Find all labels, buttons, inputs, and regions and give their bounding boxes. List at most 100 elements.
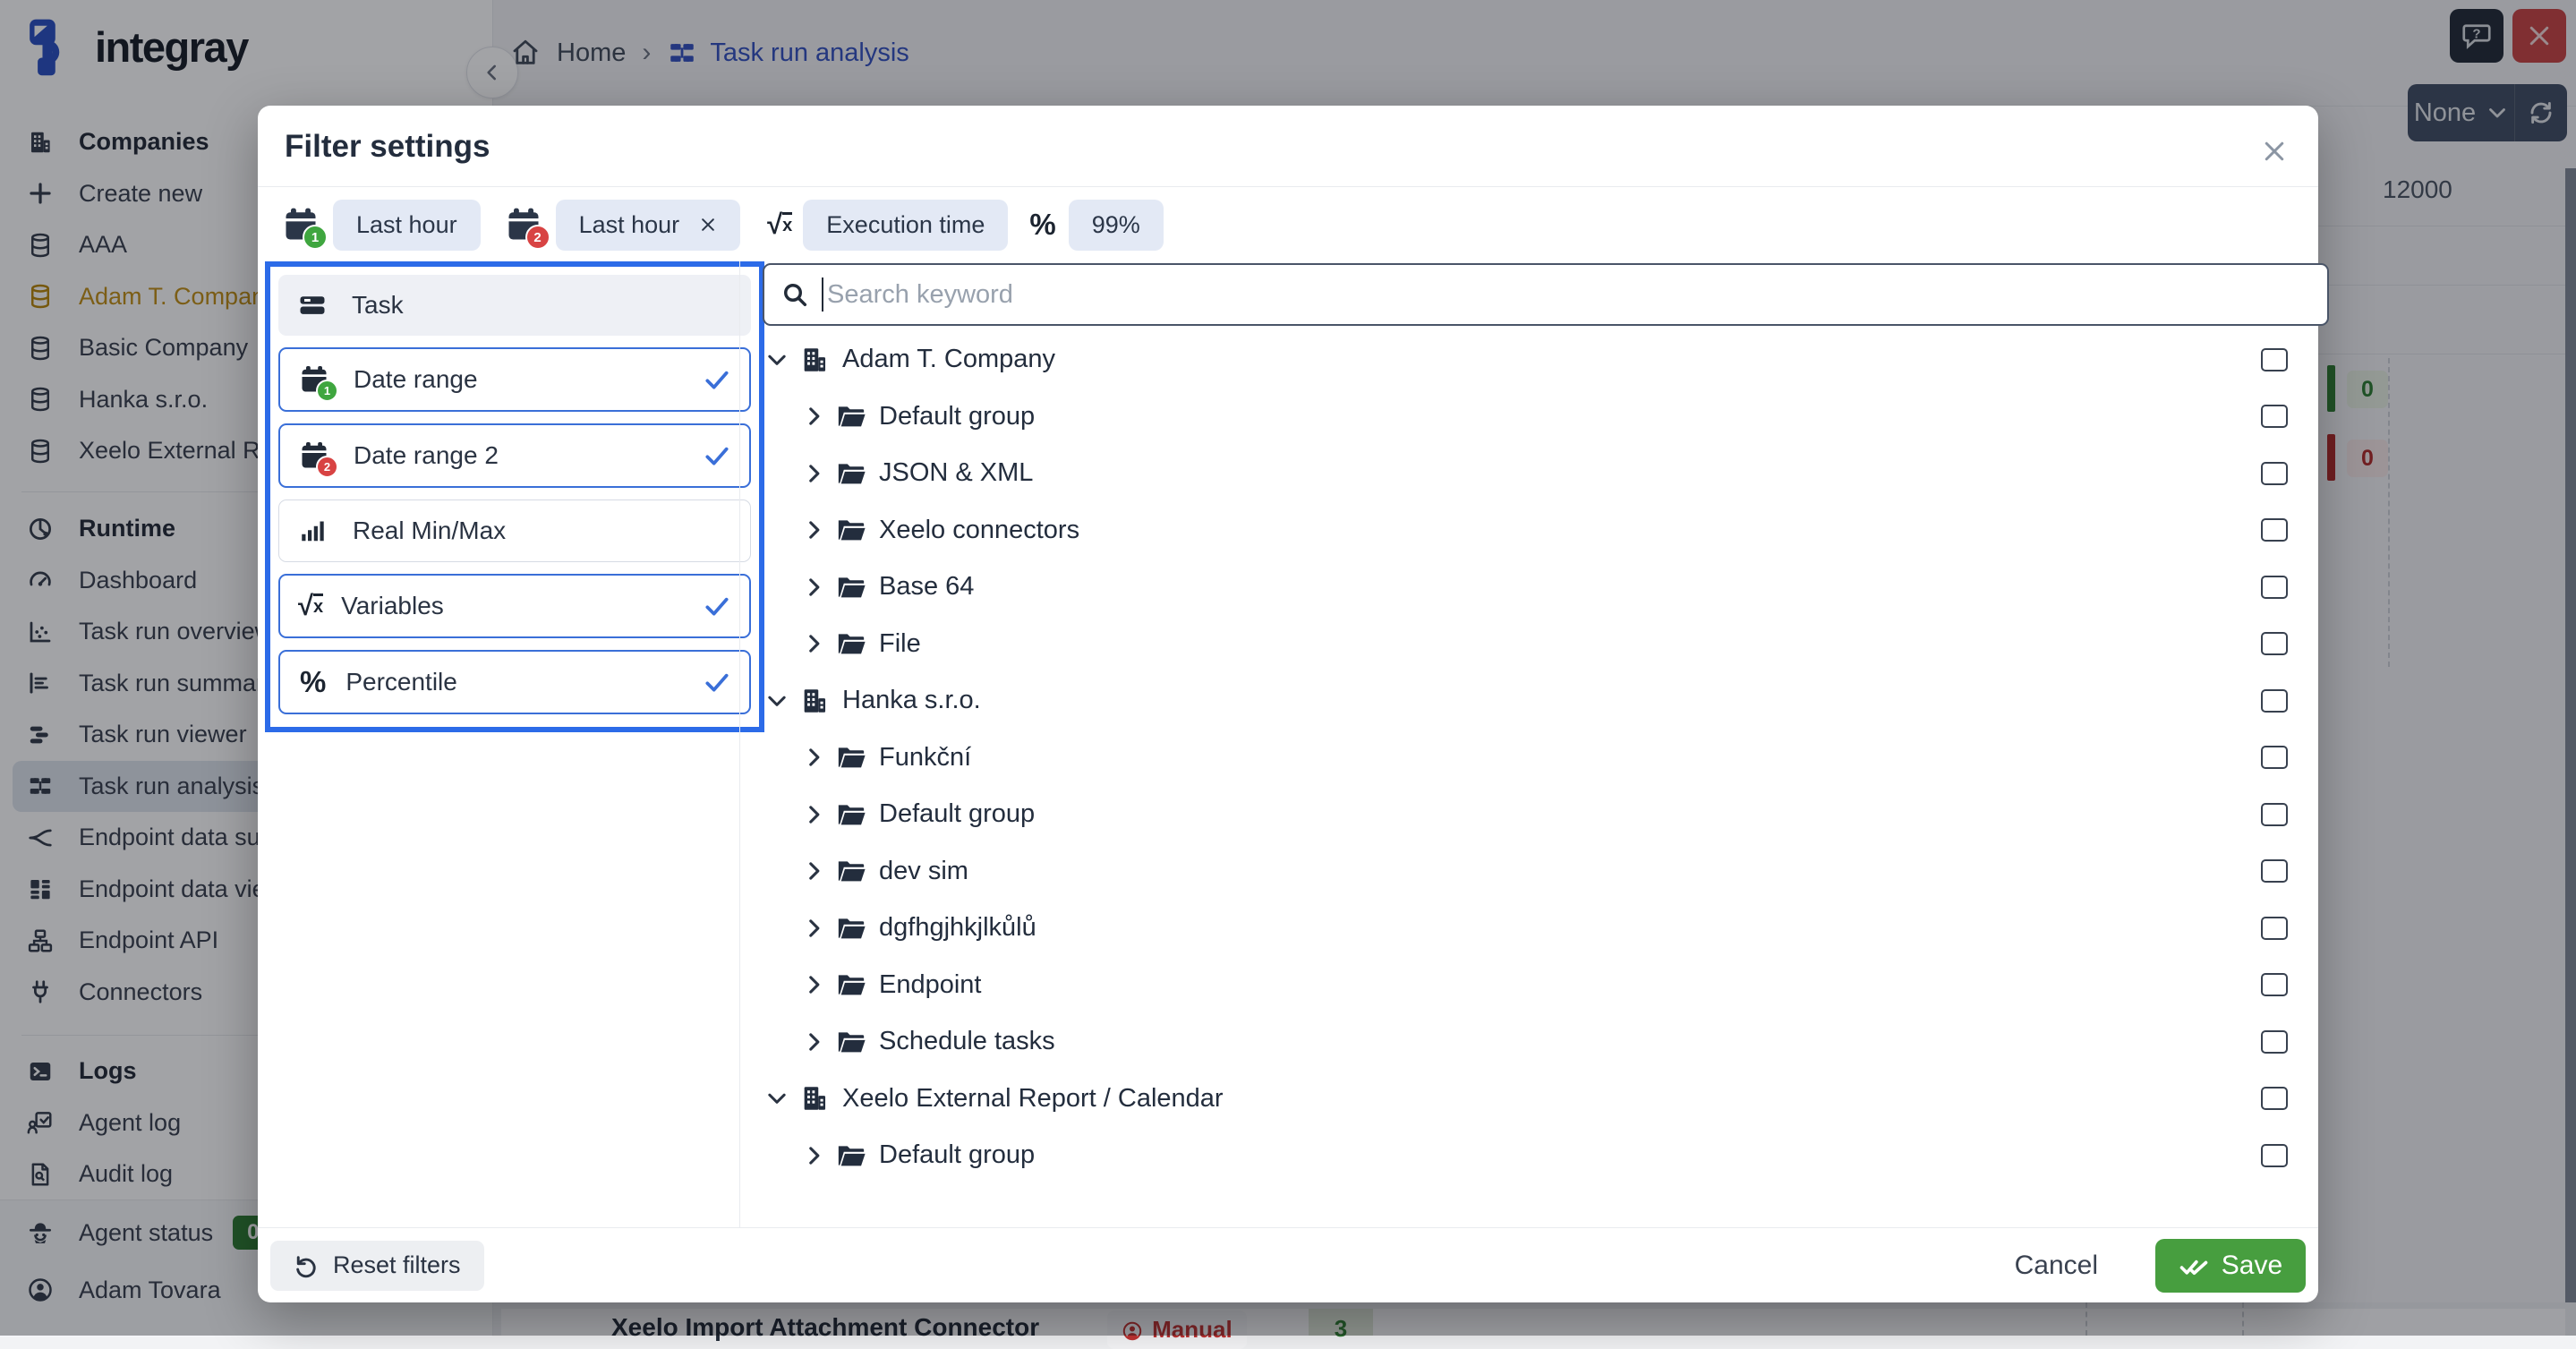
tree-chevron-icon[interactable]: [802, 803, 825, 826]
tree-chevron-icon[interactable]: [802, 859, 825, 883]
variables-icon: √x: [767, 209, 792, 241]
tree-node-checkbox[interactable]: [2261, 462, 2288, 485]
badge-2: 2: [525, 225, 550, 250]
tree-row[interactable]: Endpoint: [750, 957, 2318, 1014]
task-icon: [296, 289, 328, 321]
tree-chevron-icon[interactable]: [802, 1144, 825, 1167]
check-icon: [703, 592, 731, 620]
filter-card-date-range-2[interactable]: 2 Date range 2: [278, 423, 751, 488]
date-range-2-icon: 2: [504, 205, 543, 244]
tree-row[interactable]: Funkční: [750, 730, 2318, 787]
tree-node-icon: [836, 401, 866, 431]
badge-1: 1: [303, 225, 328, 250]
tree-row[interactable]: dgfhgjhkjlkůlů: [750, 900, 2318, 957]
tree-node-checkbox[interactable]: [2261, 348, 2288, 371]
tree-chevron-icon[interactable]: [765, 348, 789, 371]
tree-row[interactable]: Default group: [750, 786, 2318, 843]
tree-chevron-icon[interactable]: [802, 405, 825, 428]
panel-divider: [739, 261, 740, 1228]
tree-row[interactable]: Adam T. Company: [750, 331, 2318, 388]
search-input[interactable]: [825, 279, 2311, 311]
filter-card-date-range[interactable]: 1 Date range: [278, 347, 751, 412]
tree-chevron-icon[interactable]: [802, 1030, 825, 1054]
tree-node-checkbox[interactable]: [2261, 1144, 2288, 1167]
tree-node-checkbox[interactable]: [2261, 746, 2288, 769]
tree-row[interactable]: Default group: [750, 388, 2318, 446]
remove-chip-icon[interactable]: [699, 216, 717, 234]
text-cursor: [822, 277, 823, 312]
chip-date-range-2[interactable]: Last hour: [556, 200, 741, 251]
tree-node-label: dgfhgjhkjlkůlů: [879, 913, 1036, 943]
search-icon: [780, 280, 809, 309]
tree-node-checkbox[interactable]: [2261, 1030, 2288, 1054]
tree-node-icon: [799, 345, 830, 375]
tree-node-icon: [836, 1027, 866, 1057]
tree-node-label: Endpoint: [879, 970, 982, 1000]
tree-node-label: Funkční: [879, 743, 971, 773]
tree-node-icon: [799, 686, 830, 716]
tree-node-icon: [836, 969, 866, 1000]
tree-chevron-icon[interactable]: [802, 576, 825, 599]
tree-node-icon: [836, 799, 866, 830]
tree-chevron-icon[interactable]: [765, 1087, 789, 1110]
tree-node-icon: [836, 628, 866, 659]
check-icon: [703, 441, 731, 470]
tree-row[interactable]: Schedule tasks: [750, 1013, 2318, 1071]
check-icon: [703, 668, 731, 696]
tree-node-checkbox[interactable]: [2261, 405, 2288, 428]
filter-card-variables[interactable]: √x Variables: [278, 574, 751, 638]
cancel-button[interactable]: Cancel: [1979, 1251, 2134, 1281]
tree-chevron-icon[interactable]: [802, 746, 825, 769]
filter-card-percentile[interactable]: % Percentile: [278, 650, 751, 714]
tree-node-checkbox[interactable]: [2261, 1087, 2288, 1110]
tree-node-label: Default group: [879, 1140, 1035, 1170]
tree-node-checkbox[interactable]: [2261, 632, 2288, 655]
tree-row[interactable]: Xeelo connectors: [750, 502, 2318, 559]
modal-title: Filter settings: [285, 129, 490, 165]
variables-icon: √x: [298, 590, 323, 622]
tree-node-checkbox[interactable]: [2261, 917, 2288, 940]
tree-node-label: JSON & XML: [879, 458, 1033, 488]
tree-node-checkbox[interactable]: [2261, 576, 2288, 599]
tree-row[interactable]: Xeelo External Report / Calendar: [750, 1071, 2318, 1128]
tree-chevron-icon[interactable]: [802, 518, 825, 542]
tree-node-checkbox[interactable]: [2261, 859, 2288, 883]
tree-row[interactable]: File: [750, 616, 2318, 673]
tree-node-icon: [836, 1140, 866, 1171]
filter-card-real-minmax[interactable]: Real Min/Max: [278, 499, 751, 562]
tree-node-checkbox[interactable]: [2261, 689, 2288, 713]
tree-node-checkbox[interactable]: [2261, 518, 2288, 542]
chip-date-range-1[interactable]: Last hour: [333, 200, 481, 251]
tree-row[interactable]: Default group: [750, 1127, 2318, 1184]
save-button[interactable]: Save: [2155, 1239, 2306, 1293]
tree-chevron-icon[interactable]: [802, 973, 825, 996]
tree-chevron-icon[interactable]: [802, 462, 825, 485]
tree-node-icon: [836, 913, 866, 943]
modal-close-icon[interactable]: [2261, 138, 2288, 165]
search-box: [763, 263, 2329, 326]
calendar-1-icon: 1: [298, 363, 330, 396]
tree-row[interactable]: dev sim: [750, 843, 2318, 901]
chip-execution-time[interactable]: Execution time: [803, 200, 1008, 251]
double-check-icon: [2179, 1251, 2209, 1281]
tree-node-icon: [836, 742, 866, 773]
tree-row[interactable]: JSON & XML: [750, 445, 2318, 502]
tree-node-checkbox[interactable]: [2261, 973, 2288, 996]
tree-node-label: Hanka s.r.o.: [842, 686, 981, 715]
date-range-1-icon: 1: [281, 205, 320, 244]
reset-filters-button[interactable]: Reset filters: [270, 1241, 484, 1291]
tree-node-icon: [799, 1083, 830, 1114]
tree-node-icon: [836, 856, 866, 886]
tree-node-icon: [836, 515, 866, 545]
company-group-tree: Adam T. Company Default group JSON & XML: [750, 331, 2318, 1184]
tree-chevron-icon[interactable]: [802, 917, 825, 940]
tree-row[interactable]: Hanka s.r.o.: [750, 672, 2318, 730]
modal-footer: Reset filters Cancel Save: [258, 1227, 2318, 1302]
tree-node-checkbox[interactable]: [2261, 803, 2288, 826]
chip-percentile-value[interactable]: 99%: [1069, 200, 1164, 251]
tree-chevron-icon[interactable]: [765, 689, 789, 713]
tree-chevron-icon[interactable]: [802, 632, 825, 655]
calendar-2-icon: 2: [298, 440, 330, 472]
tree-row[interactable]: Base 64: [750, 559, 2318, 616]
filter-card-task[interactable]: Task: [278, 275, 751, 336]
